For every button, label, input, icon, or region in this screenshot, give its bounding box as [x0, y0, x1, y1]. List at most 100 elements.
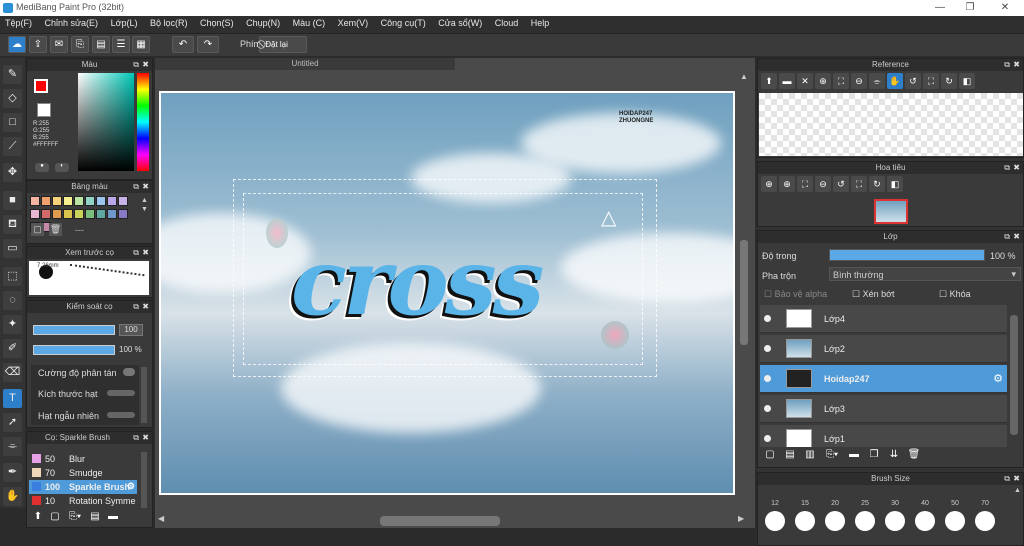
protect-alpha-checkbox[interactable]: ☐ Bảo vệ alpha — [764, 289, 827, 300]
new-layer-icon[interactable]: ▢ — [760, 449, 780, 460]
close-icon[interactable]: ✕ — [990, 1, 1020, 15]
operation-tool-icon[interactable]: ➚ — [3, 413, 22, 432]
reference-view[interactable] — [759, 93, 1023, 156]
canvas-horizontal-scrollbar[interactable] — [380, 516, 500, 526]
clipping-checkbox[interactable]: ☐ Xén bớt — [852, 289, 895, 300]
popout-icon[interactable]: ⧉ — [133, 432, 139, 444]
layer-list-scrollbar[interactable] — [1010, 315, 1018, 435]
visibility-icon[interactable] — [764, 375, 771, 382]
brush-size-preset[interactable] — [765, 511, 785, 531]
menu-color[interactable]: Màu (C) — [288, 16, 331, 30]
new-halftone-layer-icon[interactable]: ▤ — [780, 449, 800, 460]
primary-color-swatch[interactable] — [34, 79, 48, 93]
comment-icon[interactable]: ✉ — [50, 36, 68, 53]
menu-select[interactable]: Chọn(S) — [195, 16, 239, 30]
visibility-icon[interactable] — [764, 315, 771, 322]
close-icon[interactable]: ✖ — [1013, 473, 1020, 485]
popout-icon[interactable]: ⧉ — [1004, 473, 1010, 485]
duplicate-layer-icon[interactable]: ❐ — [864, 449, 884, 460]
menu-cloud[interactable]: Cloud — [490, 16, 524, 30]
restore-icon[interactable]: ❐ — [955, 1, 985, 15]
cloud-upload-icon[interactable]: ⬆ — [761, 73, 777, 89]
nav-zoom-out-icon[interactable]: ⊖ — [815, 176, 831, 192]
brush-settings-scrollbar[interactable] — [141, 367, 147, 423]
nav-flip-icon[interactable]: ◧ — [887, 176, 903, 192]
palette-swatch[interactable] — [85, 209, 95, 219]
brush-list-item[interactable]: 70 Smudge — [29, 466, 137, 480]
palette-swatch[interactable] — [96, 196, 106, 206]
close-reference-icon[interactable]: ✕ — [797, 73, 813, 89]
brush-size-preset[interactable] — [855, 511, 875, 531]
canvas-vertical-scrollbar[interactable] — [740, 240, 748, 345]
gradient-tool-icon[interactable]: ▭ — [3, 239, 22, 258]
open-folder-icon[interactable]: ▬ — [779, 73, 795, 89]
popout-icon[interactable]: ⧉ — [133, 181, 139, 193]
close-icon[interactable]: ✖ — [1013, 231, 1020, 243]
fullscreen-icon[interactable]: ⛶ — [923, 73, 939, 89]
popout-icon[interactable]: ⧉ — [133, 301, 139, 313]
nav-rotate-right-icon[interactable]: ↻ — [869, 176, 885, 192]
upload-icon[interactable]: ⇪ — [29, 36, 47, 53]
visibility-icon[interactable] — [764, 435, 771, 442]
visibility-icon[interactable] — [764, 405, 771, 412]
close-icon[interactable]: ✖ — [142, 181, 149, 193]
select-tool-icon[interactable]: ⬚ — [3, 267, 22, 286]
layer-folder-icon[interactable]: ▬ — [844, 449, 864, 460]
layer-opacity-slider[interactable] — [829, 249, 985, 261]
nav-zoom-icon[interactable]: ⊕ — [761, 176, 777, 192]
delete-layer-icon[interactable]: 🗑 — [904, 449, 924, 460]
flip-icon[interactable]: ◧ — [959, 73, 975, 89]
layer-row[interactable]: Lớp4 — [760, 305, 1007, 333]
brush-size-preset[interactable] — [915, 511, 935, 531]
hue-slider[interactable] — [137, 73, 149, 171]
brush-list-item[interactable]: 10 Rotation Symme — [29, 494, 137, 508]
fit-icon[interactable]: ⛶ — [833, 73, 849, 89]
brush-folder-icon[interactable]: ▬ — [104, 511, 122, 522]
pen-tool-icon[interactable]: ✒ — [3, 463, 22, 482]
canvas-scroll-up-icon[interactable]: ▲ — [740, 72, 750, 84]
nav-zoom-in-icon[interactable]: ⊕ — [779, 176, 795, 192]
brush-size-preset[interactable] — [795, 511, 815, 531]
blend-mode-select[interactable]: Bình thường ▾ — [829, 267, 1021, 281]
brush-tool-icon[interactable]: ✎ — [3, 65, 22, 84]
text-tool-icon[interactable]: T — [3, 389, 22, 408]
hand-tool-icon[interactable]: ✋ — [3, 487, 22, 506]
scatter-slider[interactable] — [123, 368, 135, 376]
palette-swatch[interactable] — [30, 209, 40, 219]
palette-swatch[interactable] — [30, 196, 40, 206]
palette-swatch[interactable] — [107, 209, 117, 219]
canvas-scroll-right-icon[interactable]: ▶ — [738, 514, 744, 523]
nav-fit-icon[interactable]: ⛶ — [797, 176, 813, 192]
popout-icon[interactable]: ⧉ — [1004, 162, 1010, 174]
zoom-in-icon[interactable]: ⊕ — [815, 73, 831, 89]
brush-list-item[interactable]: 100 Sparkle Brush ⚙ — [29, 480, 137, 494]
menu-tools[interactable]: Công cụ(T) — [376, 16, 431, 30]
palette-swatch[interactable] — [85, 196, 95, 206]
layer-settings-icon[interactable]: ⚙ — [993, 372, 1003, 385]
share-icon[interactable]: ⎘ — [71, 36, 89, 53]
close-icon[interactable]: ✖ — [142, 301, 149, 313]
nav-rotate-left-icon[interactable]: ↺ — [833, 176, 849, 192]
popout-icon[interactable]: ⧉ — [133, 247, 139, 259]
select-eraser-tool-icon[interactable]: ⌫ — [3, 363, 22, 382]
new-brush-icon[interactable]: ▢ — [46, 511, 64, 522]
brush-size-preset[interactable] — [825, 511, 845, 531]
particle-size-slider[interactable] — [107, 390, 135, 396]
document-tab[interactable]: Untitled — [155, 58, 455, 70]
list-icon[interactable]: ☰ — [112, 36, 130, 53]
layer-row[interactable]: Lớp1 — [760, 425, 1007, 447]
eraser-tool-icon[interactable]: ◇ — [3, 89, 22, 108]
bucket-tool-icon[interactable]: ⛾ — [3, 215, 22, 234]
lasso-tool-icon[interactable]: ◌ — [3, 291, 22, 310]
fill-rect-tool-icon[interactable]: ■ — [3, 191, 22, 210]
reset-button[interactable]: ⃠ Đặt lại — [259, 36, 307, 53]
palette-swatch[interactable] — [52, 196, 62, 206]
brush-opacity-slider[interactable] — [33, 345, 115, 355]
brush-size-field[interactable]: 100 — [119, 324, 143, 336]
palette-swatch[interactable] — [41, 196, 51, 206]
menu-file[interactable]: Tệp(F) — [0, 16, 37, 30]
visibility-icon[interactable] — [764, 345, 771, 352]
color-swap-button[interactable]: ◐ — [55, 163, 69, 172]
cloud-icon[interactable]: ☁ — [8, 36, 26, 53]
palette-swatch[interactable] — [74, 196, 84, 206]
